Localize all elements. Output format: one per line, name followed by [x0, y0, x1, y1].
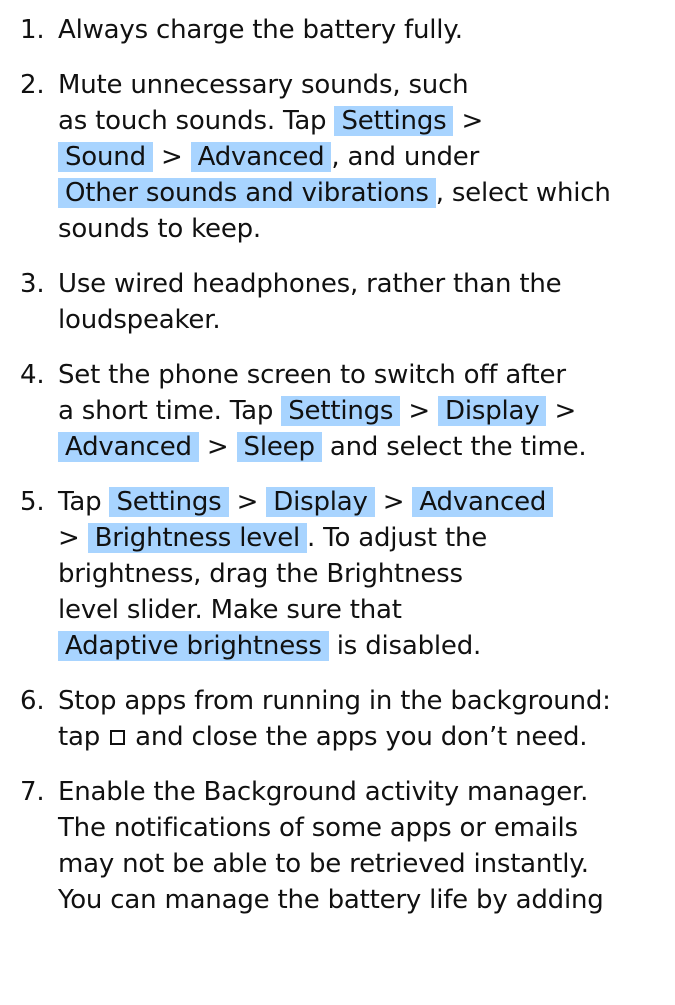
- tip-text-run: >: [228, 487, 267, 517]
- tip-number: 2.: [20, 70, 45, 100]
- tip-text-run: , and under: [331, 142, 480, 172]
- tip-text: Mute unnecessary sounds, such as touch s…: [58, 67, 670, 247]
- ui-term-highlight: Sound: [58, 142, 153, 172]
- tip-text-run: Enable the Background activity manager. …: [58, 777, 604, 915]
- tip-text-run: >: [152, 142, 191, 172]
- ui-term-highlight: Advanced: [58, 432, 199, 462]
- manual-page: 1. Always charge the battery fully. 2. Mute…: [0, 0, 675, 1005]
- tip-item: 7. Enable the Background activity manager…: [20, 774, 670, 918]
- ui-term-highlight: Display: [438, 396, 547, 426]
- ui-term-highlight: Settings: [109, 487, 229, 517]
- tip-number: 3.: [20, 269, 45, 299]
- tip-text: Enable the Background activity manager. …: [58, 774, 670, 918]
- tip-text: Always charge the battery fully.: [58, 12, 670, 48]
- tip-text-run: Use wired headphones, rather than the lo…: [58, 269, 562, 335]
- tip-item: 2. Mute unnecessary sounds, such as touch…: [20, 67, 670, 247]
- ui-term-highlight: Settings: [334, 106, 454, 136]
- ui-term-highlight: Display: [266, 487, 375, 517]
- tip-text-run: >: [198, 432, 237, 462]
- ui-term-highlight: Sleep: [236, 432, 322, 462]
- tip-number: 4.: [20, 360, 45, 390]
- ui-term-highlight: Brightness level: [87, 523, 308, 553]
- tip-text-run: and select the time.: [321, 432, 587, 462]
- ui-term-highlight: Settings: [281, 396, 401, 426]
- ui-term-highlight: Advanced: [412, 487, 554, 517]
- tip-text-run: >: [374, 487, 413, 517]
- tip-text-run: and close the apps you don’t need.: [127, 722, 588, 752]
- tip-text-run: Tap: [58, 487, 110, 517]
- tip-item: 1. Always charge the battery fully.: [20, 12, 670, 48]
- tip-number: 1.: [20, 15, 45, 45]
- tip-number: 5.: [20, 487, 45, 517]
- tip-text: Tap Settings > Display > Advanced > Brig…: [58, 484, 670, 664]
- ui-term-highlight: Advanced: [190, 142, 332, 172]
- ui-term-highlight: Adaptive brightness: [58, 631, 329, 661]
- tip-text-run: is disabled.: [328, 631, 482, 661]
- ui-term-highlight: Other sounds and vibrations: [58, 178, 436, 208]
- tip-number: 6.: [20, 686, 45, 716]
- tip-number: 7.: [20, 777, 45, 807]
- tip-text: Use wired headphones, rather than the lo…: [58, 266, 670, 338]
- tip-text-run: Always charge the battery fully.: [58, 15, 463, 45]
- tip-text-run: >: [400, 396, 438, 426]
- tip-text: Set the phone screen to switch off after…: [58, 357, 670, 465]
- tip-text: Stop apps from running in the background…: [58, 683, 670, 755]
- tip-text-run: >: [461, 106, 484, 136]
- tip-item: 3. Use wired headphones, rather than the …: [20, 266, 670, 338]
- tip-item: 6. Stop apps from running in the backgrou…: [20, 683, 670, 755]
- square-icon: [110, 730, 126, 745]
- battery-tips-list: 1. Always charge the battery fully. 2. Mute…: [20, 12, 670, 937]
- tip-text-run: >: [554, 396, 577, 426]
- tip-text-run: >: [58, 523, 80, 553]
- tip-item: 4. Set the phone screen to switch off aft…: [20, 357, 670, 465]
- tip-item: 5. Tap Settings > Display > Advanced > Br…: [20, 484, 670, 664]
